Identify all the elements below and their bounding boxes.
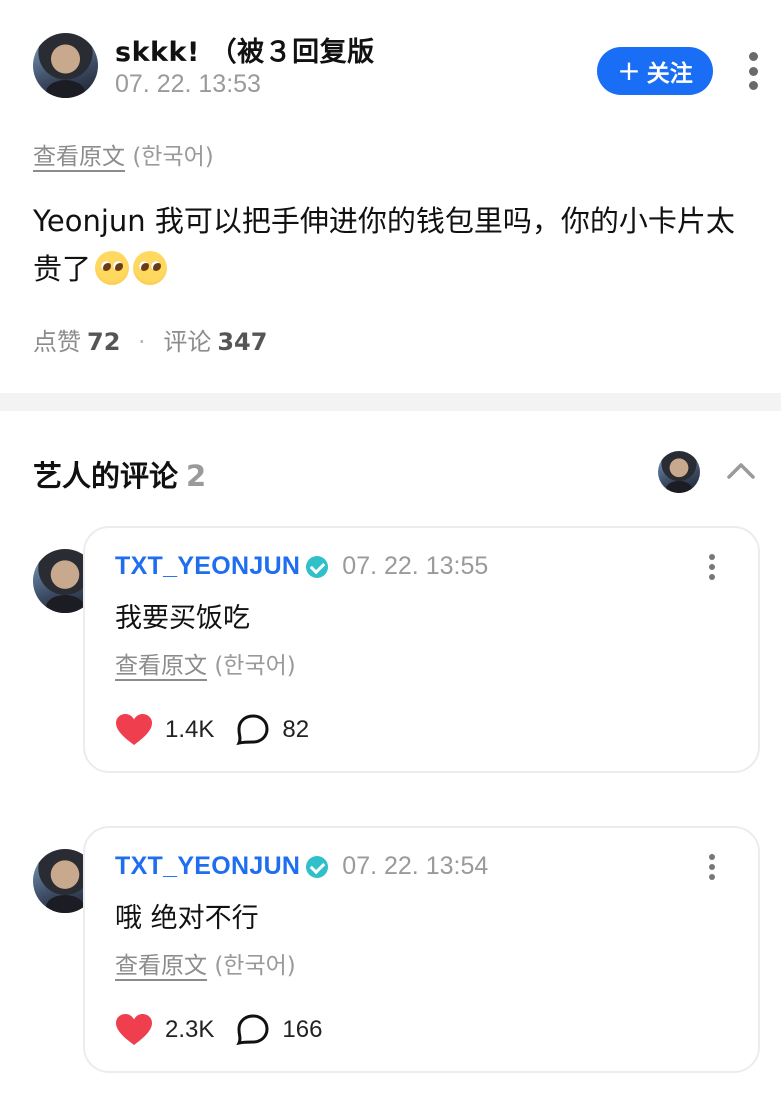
comment-timestamp: 07. 22. 13:55 <box>342 552 489 580</box>
post-body: Yeonjun 我可以把手伸进你的钱包里吗，你的小卡片太贵了 <box>33 197 753 293</box>
view-original-link[interactable]: 查看原文 (한국어) <box>115 946 296 980</box>
pleading-face-icon <box>95 251 130 285</box>
view-original-link[interactable]: 查看原文 (한국어) <box>115 646 296 680</box>
chevron-up-icon[interactable] <box>726 456 756 486</box>
view-original-label[interactable]: 查看原文 <box>115 653 207 679</box>
post-timestamp: 07. 22. 13:53 <box>115 70 261 98</box>
more-vertical-icon[interactable] <box>707 854 717 880</box>
reply-count: 82 <box>282 716 310 743</box>
heart-icon[interactable] <box>115 1013 153 1047</box>
comment-stats: 1.4K 82 <box>115 713 309 747</box>
speech-bubble-icon[interactable] <box>236 1013 270 1047</box>
author-name[interactable]: skkk! （被３回复版 <box>115 30 375 69</box>
comments-label[interactable]: 评论 <box>163 328 211 356</box>
like-count: 2.3K <box>165 1016 215 1043</box>
like-count: 1.4K <box>165 716 215 743</box>
comment-text: 我要买饭吃 <box>115 603 250 634</box>
original-language: (한국어) <box>214 953 296 979</box>
follow-label: 关注 <box>646 61 693 87</box>
more-vertical-icon[interactable] <box>744 52 762 90</box>
original-language: (한국어) <box>214 653 296 679</box>
verified-badge-icon <box>306 855 329 878</box>
comment-header: TXT_YEONJUN 07. 22. 13:55 <box>115 552 488 581</box>
artist-comment-card: TXT_YEONJUN 07. 22. 13:54 哦 绝对不行 查看原文 (한… <box>83 826 760 1073</box>
commenter-name[interactable]: TXT_YEONJUN <box>115 852 300 881</box>
artist-comments-count: 2 <box>186 459 207 493</box>
view-original-label[interactable]: 查看原文 <box>115 953 207 979</box>
comment-timestamp: 07. 22. 13:54 <box>342 852 489 880</box>
reply-count: 166 <box>282 1016 323 1043</box>
artist-comment-card: TXT_YEONJUN 07. 22. 13:55 我要买饭吃 查看原文 (한국… <box>83 526 760 773</box>
likes-label: 点赞 <box>33 328 81 356</box>
more-vertical-icon[interactable] <box>707 554 717 580</box>
commenter-name[interactable]: TXT_YEONJUN <box>115 552 300 581</box>
verified-badge-icon <box>306 555 329 578</box>
speech-bubble-icon[interactable] <box>236 713 270 747</box>
comment-stats: 2.3K 166 <box>115 1013 322 1047</box>
original-language: (한국어) <box>132 144 214 170</box>
plus-icon: + <box>617 54 641 87</box>
view-original-label[interactable]: 查看原文 <box>33 144 125 170</box>
section-title-label: 艺人的评论 <box>33 459 179 493</box>
post-stats: 点赞 72 · 评论 347 <box>33 322 267 357</box>
section-divider <box>0 393 781 411</box>
artist-avatar-small[interactable] <box>658 451 700 493</box>
view-original-link[interactable]: 查看原文 (한국어) <box>33 137 214 171</box>
likes-count: 72 <box>87 328 121 356</box>
pleading-face-icon <box>133 251 168 285</box>
comment-header: TXT_YEONJUN 07. 22. 13:54 <box>115 852 488 881</box>
artist-comments-title: 艺人的评论 2 <box>33 453 206 495</box>
heart-icon[interactable] <box>115 713 153 747</box>
comments-count[interactable]: 347 <box>217 328 267 356</box>
author-avatar[interactable] <box>33 33 98 98</box>
separator-dot: · <box>138 328 146 356</box>
follow-button[interactable]: + 关注 <box>597 47 713 95</box>
comment-text: 哦 绝对不行 <box>115 903 259 934</box>
